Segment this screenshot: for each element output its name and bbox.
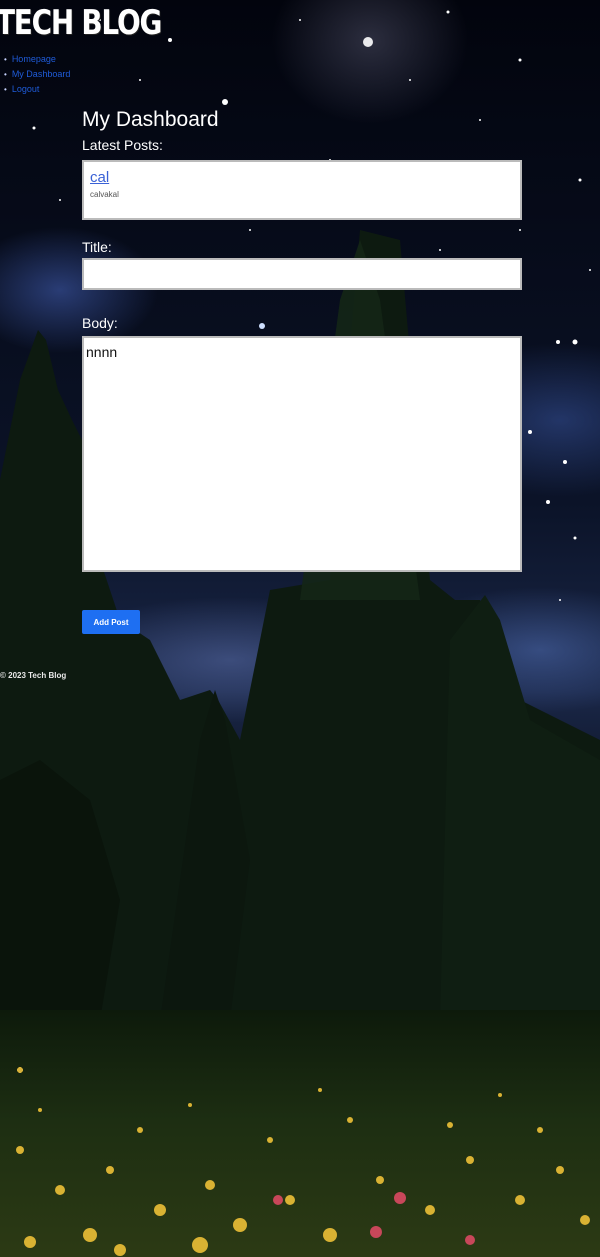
site-title: TECH BLOG bbox=[0, 3, 162, 43]
title-input[interactable] bbox=[82, 258, 522, 290]
body-textarea[interactable]: nnnn bbox=[82, 336, 522, 572]
nav-menu: Homepage My Dashboard Logout bbox=[0, 52, 197, 97]
page-title: My Dashboard bbox=[82, 108, 219, 131]
nav-item-logout: Logout bbox=[4, 82, 197, 97]
add-post-button[interactable]: Add Post bbox=[82, 610, 140, 634]
post-card: cal calvakal bbox=[82, 160, 522, 220]
footer: © 2023 Tech Blog bbox=[0, 671, 67, 680]
nav-link-dashboard[interactable]: My Dashboard bbox=[12, 69, 71, 79]
dashboard: My Dashboard Latest Posts: cal calvakal … bbox=[82, 106, 522, 634]
site-header: TECH BLOG Homepage My Dashboard Logout bbox=[0, 2, 197, 97]
post-body: calvakal bbox=[90, 190, 119, 199]
nav-item-dashboard: My Dashboard bbox=[4, 67, 197, 82]
nav-link-homepage[interactable]: Homepage bbox=[12, 54, 56, 64]
dandelion-field bbox=[16, 1088, 590, 1256]
post-title-link[interactable]: cal bbox=[90, 169, 109, 186]
body-label: Body: bbox=[82, 315, 118, 331]
nav-link-logout[interactable]: Logout bbox=[12, 84, 40, 94]
title-label: Title: bbox=[82, 239, 112, 255]
nav-item-homepage: Homepage bbox=[4, 52, 197, 67]
latest-posts-label: Latest Posts: bbox=[82, 137, 163, 153]
